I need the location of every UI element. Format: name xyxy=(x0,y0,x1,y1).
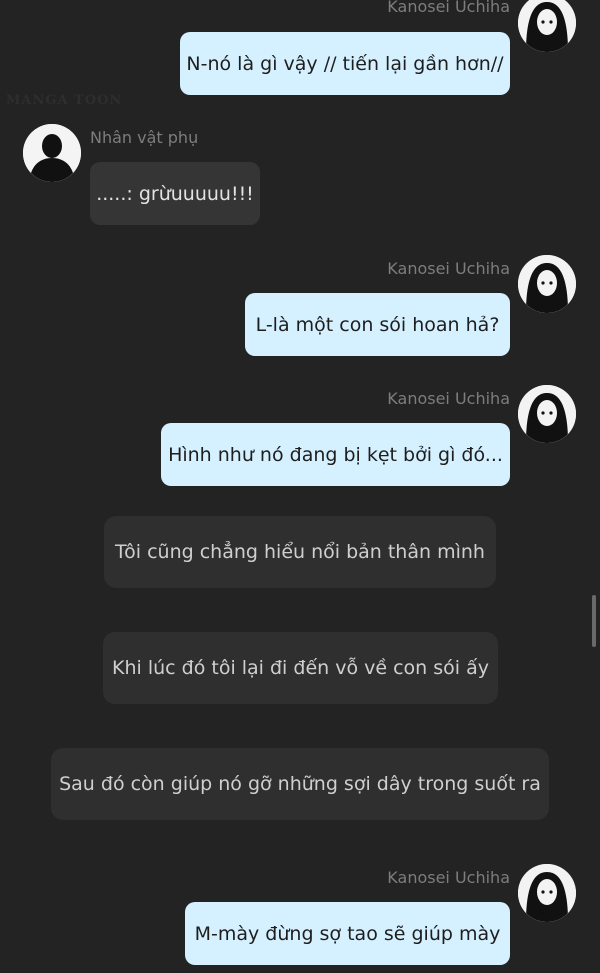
kanosei-avatar[interactable] xyxy=(518,385,576,443)
girl-portrait-icon xyxy=(518,864,576,922)
girl-portrait-icon xyxy=(518,255,576,313)
watermark-text: MANGA TOON xyxy=(6,93,123,108)
girl-portrait-icon xyxy=(518,0,576,52)
message-bubble[interactable]: M-mày đừng sợ tao sẽ giúp mày xyxy=(185,902,510,965)
side-character-avatar[interactable] xyxy=(23,124,81,182)
narration-bubble[interactable]: Sau đó còn giúp nó gỡ những sợi dây tron… xyxy=(51,748,549,820)
sender-name: Kanosei Uchiha xyxy=(387,259,510,278)
message-bubble[interactable]: Hình như nó đang bị kẹt bởi gì đó... xyxy=(161,423,510,486)
sender-name: Kanosei Uchiha xyxy=(387,868,510,887)
sender-name: Kanosei Uchiha xyxy=(387,0,510,16)
narration-bubble[interactable]: Tôi cũng chẳng hiểu nổi bản thân mình xyxy=(104,516,496,588)
scrollbar-thumb[interactable] xyxy=(592,595,596,647)
message-bubble[interactable]: N-nó là gì vậy // tiến lại gần hơn// xyxy=(180,32,510,95)
sender-name: Kanosei Uchiha xyxy=(387,389,510,408)
message-bubble[interactable]: L-là một con sói hoan hả? xyxy=(245,293,510,356)
silhouette-icon xyxy=(23,124,81,182)
girl-portrait-icon xyxy=(518,385,576,443)
kanosei-avatar[interactable] xyxy=(518,864,576,922)
kanosei-avatar[interactable] xyxy=(518,255,576,313)
sender-name: Nhân vật phụ xyxy=(90,128,199,147)
message-bubble[interactable]: .....: grừuuuuu!!! xyxy=(90,162,260,225)
kanosei-avatar[interactable] xyxy=(518,0,576,52)
narration-bubble[interactable]: Khi lúc đó tôi lại đi đến vỗ về con sói … xyxy=(103,632,498,704)
